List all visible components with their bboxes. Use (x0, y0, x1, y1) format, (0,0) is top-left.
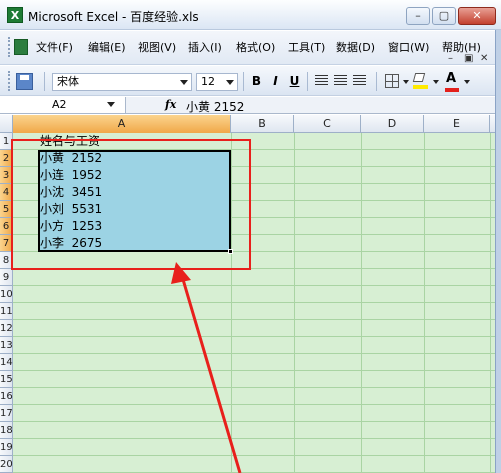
align-center-icon[interactable] (334, 75, 347, 87)
gridline (13, 319, 501, 320)
gridline (13, 285, 501, 286)
menu-data[interactable]: 数据(D) (336, 39, 375, 55)
align-left-icon[interactable] (315, 75, 328, 87)
toolbar-separator (44, 72, 45, 91)
menu-file[interactable]: 文件(F) (36, 39, 73, 55)
borders-icon[interactable] (385, 74, 399, 88)
align-right-icon[interactable] (353, 75, 366, 87)
chevron-down-icon[interactable] (464, 80, 470, 84)
column-header-e[interactable]: E (424, 115, 490, 133)
close-button[interactable]: ✕ (458, 7, 496, 25)
workbook-icon[interactable] (14, 39, 28, 55)
chevron-down-icon[interactable] (107, 102, 115, 107)
font-name-select[interactable]: 宋体 (52, 73, 192, 91)
toolbar-separator (376, 72, 377, 91)
chevron-down-icon[interactable] (180, 80, 188, 85)
insert-function-icon[interactable]: fx (165, 98, 176, 111)
chevron-down-icon[interactable] (226, 80, 234, 85)
window-title: Microsoft Excel - 百度经验.xls (28, 10, 199, 24)
gridline (13, 336, 501, 337)
formula-bar: A2 fx 小黄 2152 (0, 97, 501, 114)
excel-icon[interactable]: X (7, 7, 23, 23)
maximize-button[interactable]: ▢ (432, 7, 456, 25)
bold-button[interactable]: B (248, 73, 265, 90)
select-all-button[interactable] (0, 115, 13, 133)
row-header-19[interactable]: 19 (0, 439, 13, 456)
gridline (424, 133, 425, 473)
doc-minimize-icon[interactable]: – (448, 53, 453, 64)
gridline (13, 438, 501, 439)
italic-button[interactable]: I (267, 73, 284, 90)
row-header-9[interactable]: 9 (0, 269, 13, 286)
row-header-11[interactable]: 11 (0, 303, 13, 320)
gridline (361, 133, 362, 473)
menu-tools[interactable]: 工具(T) (288, 39, 325, 55)
column-header-b[interactable]: B (231, 115, 294, 133)
formula-input[interactable]: 小黄 2152 (186, 98, 244, 115)
doc-restore-icon[interactable]: ▣ (464, 53, 473, 64)
row-header-14[interactable]: 14 (0, 354, 13, 371)
font-color-letter: A (446, 71, 457, 86)
gridline (13, 302, 501, 303)
font-size-select[interactable]: 12 (196, 73, 238, 91)
menu-format[interactable]: 格式(O) (236, 39, 275, 55)
font-name-value: 宋体 (57, 75, 79, 88)
window-border (495, 30, 501, 473)
gridline (13, 455, 501, 456)
gridline (13, 370, 501, 371)
doc-close-icon[interactable]: ✕ (480, 53, 488, 64)
gridline (13, 421, 501, 422)
row-header-10[interactable]: 10 (0, 286, 13, 303)
gridline (13, 353, 501, 354)
menu-window[interactable]: 窗口(W) (388, 39, 429, 55)
font-color-icon[interactable]: A (445, 71, 459, 92)
toolbar-grip-icon[interactable] (8, 37, 11, 57)
name-box[interactable]: A2 (0, 97, 126, 113)
toolbar-separator (307, 72, 308, 91)
font-size-value: 12 (201, 75, 215, 88)
gridline (13, 404, 501, 405)
formatting-toolbar: 宋体 12 B I U A (0, 66, 501, 96)
row-header-15[interactable]: 15 (0, 371, 13, 388)
menu-insert[interactable]: 插入(I) (188, 39, 222, 55)
minimize-button[interactable]: – (406, 7, 430, 25)
chevron-down-icon[interactable] (433, 80, 439, 84)
title-bar: X Microsoft Excel - 百度经验.xls – ▢ ✕ (0, 0, 501, 30)
annotation-highlight-box (11, 139, 251, 270)
gridline (294, 133, 295, 473)
underline-button[interactable]: U (286, 73, 303, 90)
menu-bar: 文件(F) 编辑(E) 视图(V) 插入(I) 格式(O) 工具(T) 数据(D… (0, 31, 501, 65)
menu-edit[interactable]: 编辑(E) (88, 39, 126, 55)
row-header-13[interactable]: 13 (0, 337, 13, 354)
column-header-a[interactable]: A (13, 115, 231, 133)
row-header-12[interactable]: 12 (0, 320, 13, 337)
menu-view[interactable]: 视图(V) (138, 39, 176, 55)
row-header-16[interactable]: 16 (0, 388, 13, 405)
save-icon[interactable] (16, 73, 33, 90)
row-header-17[interactable]: 17 (0, 405, 13, 422)
column-header-c[interactable]: C (294, 115, 361, 133)
chevron-down-icon[interactable] (403, 80, 409, 84)
name-box-value: A2 (52, 98, 67, 111)
toolbar-grip-icon[interactable] (8, 71, 11, 91)
gridline (490, 133, 491, 473)
gridline (13, 387, 501, 388)
column-headers: A B C D E (0, 115, 501, 133)
column-header-d[interactable]: D (361, 115, 424, 133)
toolbar-separator (243, 72, 244, 91)
row-header-20[interactable]: 20 (0, 456, 13, 473)
fill-color-icon[interactable] (412, 73, 428, 89)
row-header-18[interactable]: 18 (0, 422, 13, 439)
